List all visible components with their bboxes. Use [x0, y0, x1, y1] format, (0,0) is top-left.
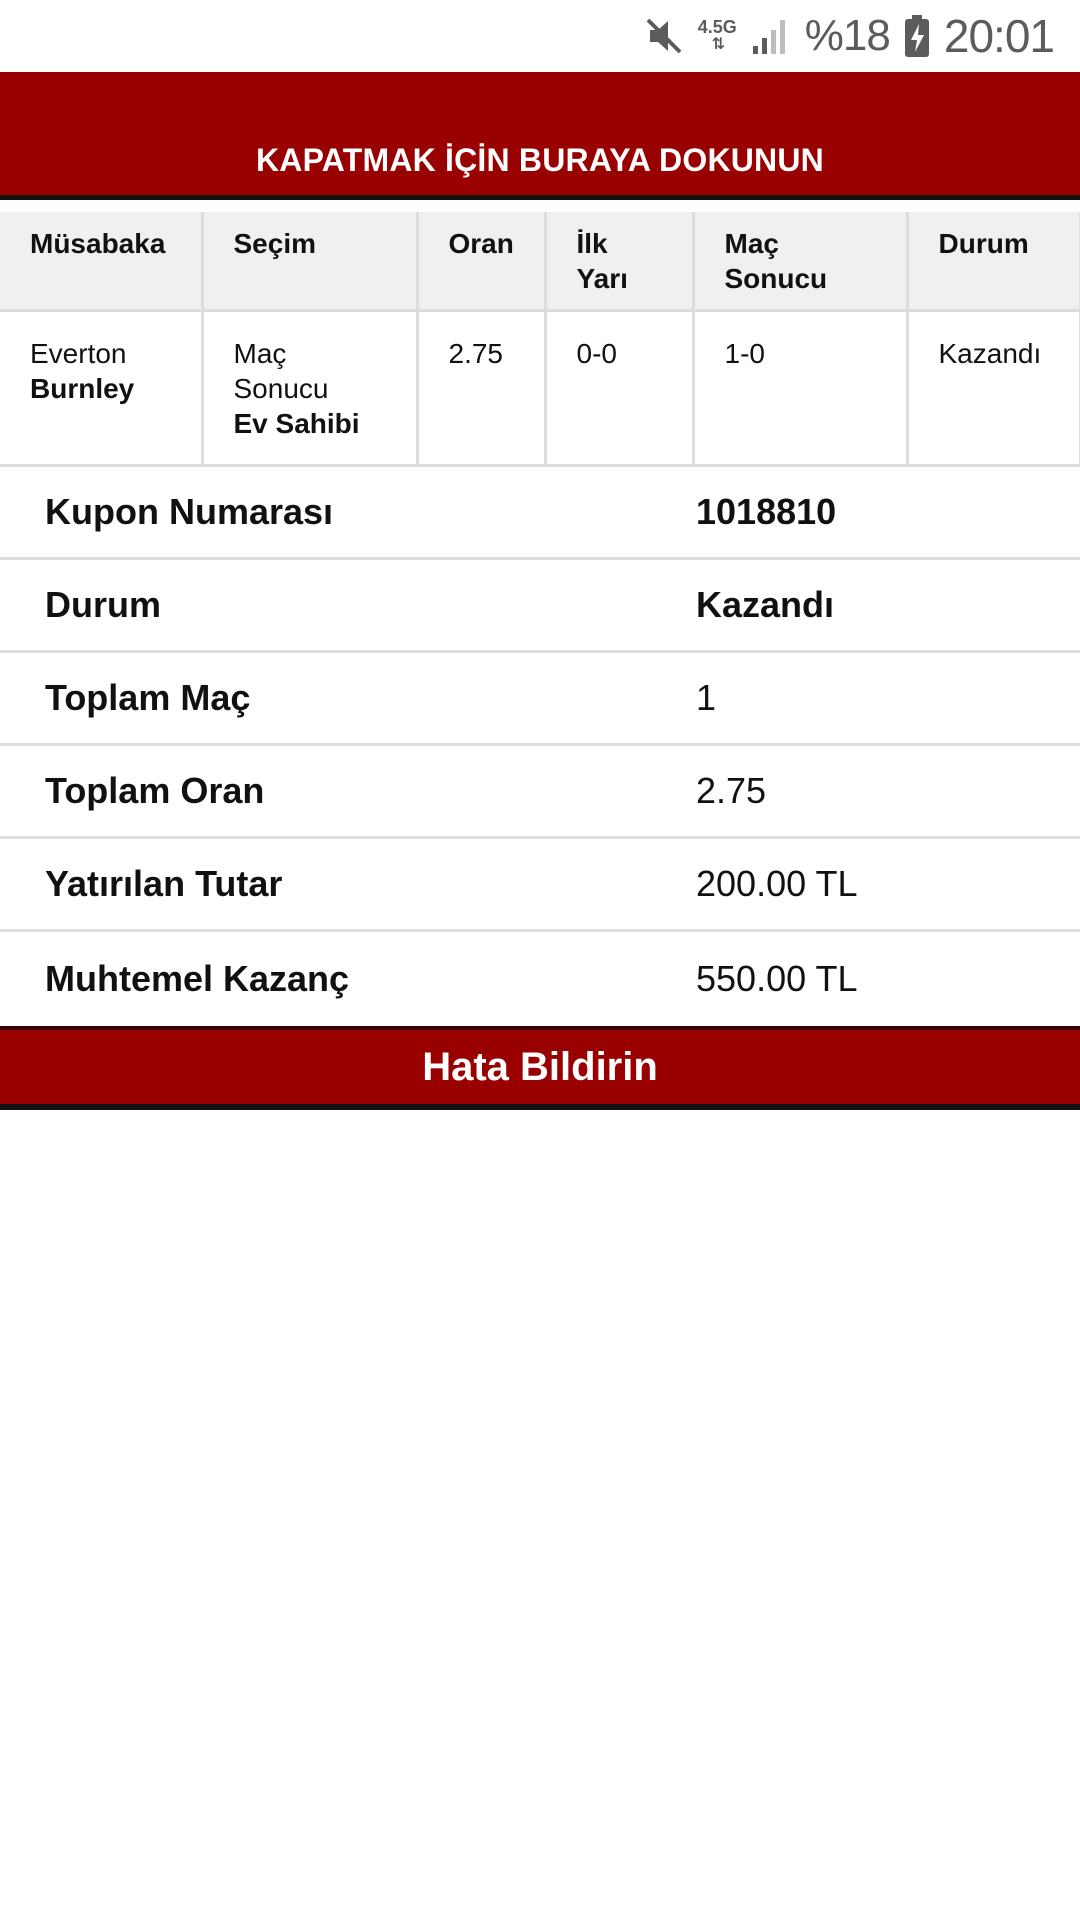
- signal-icon: [751, 16, 791, 56]
- match-table: Müsabaka Seçim Oran İlk Yarı Maç Sonucu …: [0, 212, 1080, 467]
- report-error-label: Hata Bildirin: [422, 1044, 658, 1089]
- summary-row-coupon-number: Kupon Numarası 1018810: [0, 467, 1080, 560]
- header-first-half: İlk Yarı: [545, 212, 695, 312]
- total-odds-label: Toplam Oran: [45, 770, 265, 811]
- cell-odds: 2.75: [417, 310, 547, 467]
- header-first-half-line2: Yarı: [576, 263, 628, 294]
- table-header-row: Müsabaka Seçim Oran İlk Yarı Maç Sonucu …: [0, 212, 1080, 312]
- status-bar: 4.5G ⇅ %18 20:01: [0, 0, 1080, 72]
- header-status: Durum: [907, 212, 1080, 312]
- coupon-number-value: 1018810: [696, 491, 837, 532]
- cell-status: Kazandı: [907, 310, 1080, 467]
- summary-row-total-odds: Toplam Oran 2.75: [0, 746, 1080, 839]
- summary-row-stake: Yatırılan Tutar 200.00 TL: [0, 839, 1080, 932]
- cell-result: 1-0: [693, 310, 909, 467]
- market-line2: Sonucu: [233, 372, 329, 404]
- total-odds-value: 2.75: [696, 770, 767, 811]
- header-selection: Seçim: [202, 212, 419, 312]
- stake-value: 200.00 TL: [696, 863, 858, 904]
- summary-row-total-matches: Toplam Maç 1: [0, 653, 1080, 746]
- cell-selection: Maç Sonucu Ev Sahibi: [202, 310, 419, 467]
- battery-charging-icon: [904, 14, 930, 58]
- market-line1: Maç: [233, 337, 287, 369]
- potential-win-value: 550.00 TL: [696, 957, 858, 999]
- pick: Ev Sahibi: [233, 407, 360, 439]
- coupon-number-label: Kupon Numarası: [45, 491, 334, 532]
- battery-percent: %18: [804, 11, 891, 60]
- table-row: Everton Burnley Maç Sonucu Ev Sahibi 2.7…: [0, 310, 1080, 467]
- header-first-half-line1: İlk: [576, 228, 608, 259]
- status-value: Kazandı: [696, 584, 835, 625]
- status-label: Durum: [45, 584, 161, 625]
- summary-row-status: Durum Kazandı: [0, 560, 1080, 653]
- cell-event: Everton Burnley: [0, 310, 204, 467]
- close-banner[interactable]: KAPATMAK İÇİN BURAYA DOKUNUN: [0, 72, 1080, 200]
- total-matches-value: 1: [696, 677, 717, 718]
- total-matches-label: Toplam Maç: [45, 677, 251, 718]
- header-result-line2: Sonucu: [724, 263, 828, 294]
- header-result-line1: Maç: [724, 228, 779, 259]
- coupon-summary: Kupon Numarası 1018810 Durum Kazandı Top…: [0, 467, 1080, 1025]
- close-banner-label: KAPATMAK İÇİN BURAYA DOKUNUN: [256, 142, 824, 178]
- cell-first-half: 0-0: [545, 310, 695, 467]
- potential-win-label: Muhtemel Kazanç: [45, 957, 350, 999]
- away-team: Burnley: [30, 372, 135, 404]
- summary-row-potential-win: Muhtemel Kazanç 550.00 TL: [0, 932, 1080, 1025]
- header-event: Müsabaka: [0, 212, 204, 312]
- report-error-button[interactable]: Hata Bildirin: [0, 1026, 1080, 1110]
- stake-label: Yatırılan Tutar: [45, 863, 283, 904]
- data-arrows-icon: ⇅: [711, 36, 725, 53]
- mute-icon: [644, 16, 684, 56]
- home-team: Everton: [30, 337, 127, 369]
- network-type-indicator: 4.5G ⇅: [698, 18, 737, 54]
- header-result: Maç Sonucu: [693, 212, 909, 312]
- header-odds: Oran: [417, 212, 547, 312]
- clock: 20:01: [943, 10, 1055, 62]
- network-type-label: 4.5G: [697, 17, 737, 37]
